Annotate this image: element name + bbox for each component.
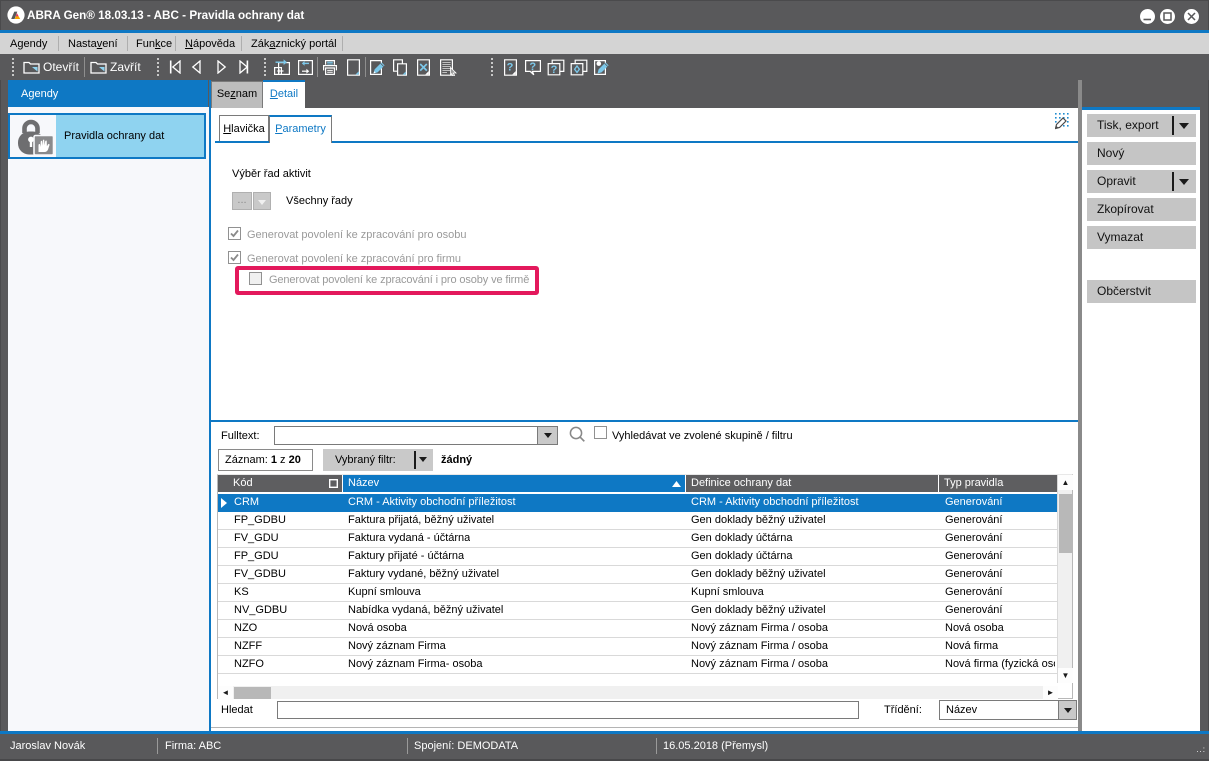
svg-text:?: ? xyxy=(507,62,514,74)
svg-text:?: ? xyxy=(551,64,558,76)
svg-text:?: ? xyxy=(529,61,536,73)
